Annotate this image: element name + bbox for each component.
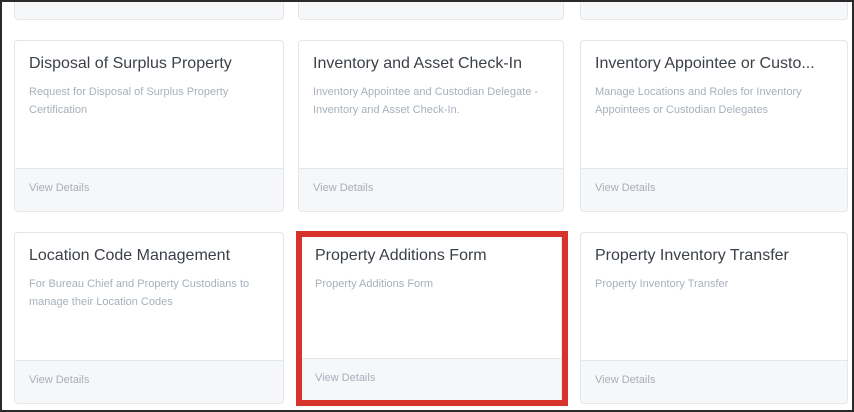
view-details-link[interactable]: View Details	[313, 182, 373, 194]
card-title: Location Code Management	[29, 247, 231, 264]
card-stub	[580, 2, 848, 20]
card-description: Property Additions Form	[315, 278, 433, 290]
card-description: Manage Locations and Roles for Inventory…	[595, 86, 802, 116]
card-footer: View Details	[15, 360, 283, 403]
view-details-link[interactable]: View Details	[595, 374, 655, 386]
card-description: Request for Disposal of Surplus Property…	[29, 86, 229, 116]
app-card[interactable]: Property Additions Form Property Additio…	[300, 232, 562, 402]
card-title: Inventory and Asset Check-In	[313, 55, 522, 72]
card-description: For Bureau Chief and Property Custodians…	[29, 278, 250, 308]
view-details-link[interactable]: View Details	[29, 374, 89, 386]
card-title: Inventory Appointee or Custo...	[595, 55, 815, 72]
view-details-link[interactable]: View Details	[315, 372, 375, 384]
view-details-link[interactable]: View Details	[29, 182, 89, 194]
card-footer: View Details	[15, 168, 283, 211]
card-footer: View Details	[581, 168, 847, 211]
card-footer: View Details	[581, 360, 847, 403]
app-card[interactable]: Inventory Appointee or Custo... Manage L…	[580, 40, 848, 212]
card-description: Inventory Appointee and Custodian Delega…	[313, 86, 539, 116]
card-title: Property Additions Form	[315, 247, 487, 264]
screenshot-frame: Disposal of Surplus Property Request for…	[0, 0, 854, 412]
app-card[interactable]: Location Code Management For Bureau Chie…	[14, 232, 284, 404]
app-card[interactable]: Property Inventory Transfer Property Inv…	[580, 232, 848, 404]
card-title: Property Inventory Transfer	[595, 247, 789, 264]
app-card[interactable]: Disposal of Surplus Property Request for…	[14, 40, 284, 212]
card-stub	[14, 2, 284, 20]
card-title: Disposal of Surplus Property	[29, 55, 232, 72]
view-details-link[interactable]: View Details	[595, 182, 655, 194]
app-card[interactable]: Inventory and Asset Check-In Inventory A…	[298, 40, 564, 212]
card-footer: View Details	[301, 358, 561, 401]
card-footer: View Details	[299, 168, 563, 211]
card-stub	[298, 2, 564, 20]
card-description: Property Inventory Transfer	[595, 278, 729, 290]
